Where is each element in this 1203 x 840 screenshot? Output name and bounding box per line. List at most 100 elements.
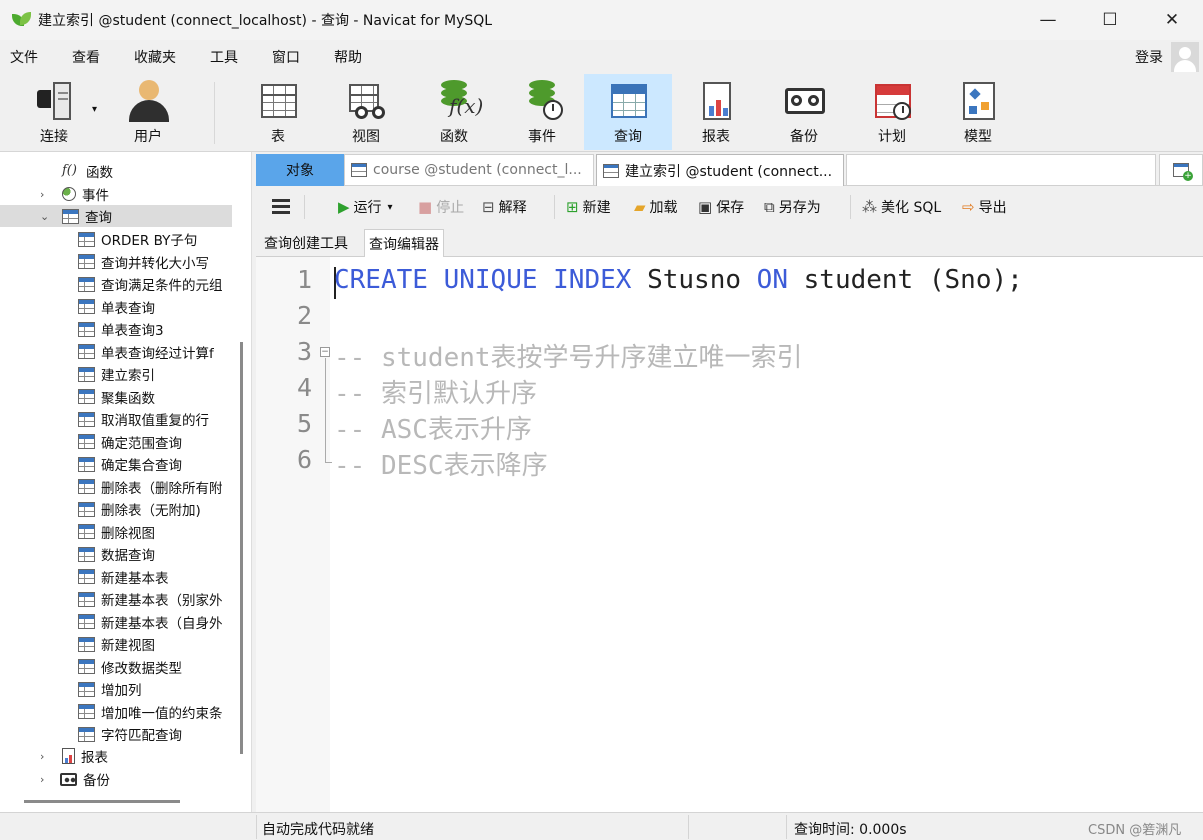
schedule-button[interactable]: 计划 (848, 74, 936, 150)
tree-item-backups[interactable]: › 备份 (0, 768, 232, 790)
login-link[interactable]: 登录 (1135, 47, 1163, 67)
object-tree: f() 函数 › 事件 ⌄ 查询 ORDER BY子句查询并转化大小写 查询满足条… (0, 152, 252, 812)
view-button[interactable]: 视图 (322, 74, 410, 150)
tree-item-query[interactable]: 字符匹配查询 (0, 723, 232, 745)
horizontal-scrollbar[interactable] (24, 800, 180, 803)
sql-keyword: ON (756, 265, 788, 295)
stop-button[interactable]: ■ 停止 (418, 196, 464, 218)
tree-item-query[interactable]: 查询满足条件的元组 (0, 273, 232, 295)
code-comment: -- student表按学号升序建立唯一索引 (334, 343, 803, 373)
tree-item-query[interactable]: 聚集函数 (0, 386, 232, 408)
model-button[interactable]: 模型 (934, 74, 1022, 150)
connect-dropdown-icon[interactable]: ▾ (92, 104, 97, 115)
autocomplete-status: 自动完成代码就绪 (262, 822, 374, 838)
fold-toggle-icon[interactable]: − (320, 347, 330, 357)
new-query-tab-button[interactable]: + (1159, 154, 1203, 186)
event-label: 事件 (528, 129, 556, 145)
tree-item-query[interactable]: 数据查询 (0, 543, 232, 565)
event-button[interactable]: 事件 (498, 74, 586, 150)
avatar-icon[interactable] (1171, 42, 1199, 72)
minimize-button[interactable]: — (1017, 0, 1079, 40)
sql-keyword: CREATE (334, 265, 428, 295)
query-icon (78, 726, 95, 742)
tree-item-query[interactable]: 取消取值重复的行 (0, 408, 232, 430)
tree-item-query[interactable]: 单表查询3 (0, 318, 232, 340)
add-query-icon: + (1173, 163, 1193, 181)
tree-item-query[interactable]: 增加唯一值的约束条 (0, 701, 232, 723)
tree-item-query[interactable]: 单表查询 (0, 296, 232, 318)
export-icon: ⇨ (962, 198, 975, 216)
tree-item-query[interactable]: 确定范围查询 (0, 431, 232, 453)
chevron-right-icon[interactable]: › (40, 188, 44, 201)
save-icon: ▣ (698, 198, 713, 216)
tree-item-query[interactable]: ORDER BY子句 (0, 228, 232, 250)
tab-create-index[interactable]: 建立索引 @student (connect... (596, 154, 844, 186)
backup-button[interactable]: 备份 (760, 74, 848, 150)
chevron-right-icon[interactable]: › (40, 773, 44, 786)
tree-item-query[interactable]: 建立索引 (0, 363, 232, 385)
tab-course-query[interactable]: course @student (connect_l... (344, 154, 594, 186)
tab-query-builder[interactable]: 查询创建工具 (260, 229, 352, 257)
tree-label: 查询并转化大小写 (101, 255, 209, 272)
close-button[interactable]: ✕ (1141, 0, 1203, 40)
function-label: 函数 (440, 129, 468, 145)
tree-label: 新建基本表（别家外 (101, 593, 223, 609)
tree-item-query[interactable]: 新建视图 (0, 633, 232, 655)
chevron-down-icon[interactable]: ⌄ (40, 210, 49, 223)
menu-icon[interactable] (272, 199, 290, 215)
tree-item-query[interactable]: 删除视图 (0, 521, 232, 543)
query-icon (78, 591, 95, 607)
tab-strip-empty (846, 154, 1156, 186)
menu-window[interactable]: 窗口 (262, 47, 310, 67)
run-button[interactable]: ▶ 运行 ▾ (338, 196, 393, 218)
tab-query-editor[interactable]: 查询编辑器 (364, 229, 444, 257)
menu-favorites[interactable]: 收藏夹 (124, 47, 186, 67)
chevron-right-icon[interactable]: › (40, 750, 44, 763)
report-label: 报表 (702, 129, 730, 145)
tree-item-query[interactable]: 新建基本表 (0, 566, 232, 588)
chevron-down-icon[interactable]: ▾ (388, 202, 393, 213)
menu-view[interactable]: 查看 (62, 47, 110, 67)
tree-item-events[interactable]: › 事件 (0, 183, 232, 205)
beautify-sql-button[interactable]: ⁂ 美化 SQL (862, 196, 941, 218)
index-name: Stusno (647, 265, 742, 295)
vertical-scrollbar[interactable] (240, 342, 243, 754)
tab-objects[interactable]: 对象 (256, 154, 344, 186)
tree-item-query[interactable]: 新建基本表（自身外 (0, 611, 232, 633)
explain-button[interactable]: ⊟ 解释 (482, 196, 527, 218)
maximize-button[interactable]: ☐ (1079, 0, 1141, 40)
export-button[interactable]: ⇨ 导出 (962, 196, 1007, 218)
tree-item-query[interactable]: 增加列 (0, 678, 232, 700)
tree-item-queries[interactable]: ⌄ 查询 (0, 205, 232, 227)
tree-item-query[interactable]: 查询并转化大小写 (0, 251, 232, 273)
report-button[interactable]: 报表 (672, 74, 760, 150)
save-as-button[interactable]: ⧉ 另存为 (764, 196, 821, 218)
new-query-button[interactable]: ⊞ 新建 (566, 196, 611, 218)
menu-tools[interactable]: 工具 (200, 47, 248, 67)
play-icon: ▶ (338, 198, 350, 216)
load-button[interactable]: ▰ 加载 (634, 196, 678, 218)
sql-editor[interactable]: 1 2 3 4 5 6 − CREATE UNIQUE INDEX Stusno… (256, 257, 1203, 812)
save-button[interactable]: ▣ 保存 (698, 196, 744, 218)
run-label: 运行 (353, 200, 382, 216)
user-button[interactable]: 用户 (104, 74, 192, 150)
tree-item-query[interactable]: 确定集合查询 (0, 453, 232, 475)
tree-item-query[interactable]: 新建基本表（别家外 (0, 588, 232, 610)
toolbar-divider (554, 195, 555, 219)
query-icon (78, 614, 95, 629)
function-button[interactable]: f(x) 函数 (410, 74, 498, 150)
tree-item-query[interactable]: 删除表（删除所有附 (0, 476, 232, 498)
tree-item-query[interactable]: 修改数据类型 (0, 656, 232, 678)
connect-label: 连接 (40, 129, 68, 145)
query-icon (78, 276, 95, 292)
menu-help[interactable]: 帮助 (324, 47, 372, 67)
connect-button[interactable]: 连接 (10, 74, 98, 150)
tree-item-query[interactable]: 单表查询经过计算f (0, 341, 232, 363)
query-button[interactable]: 查询 (584, 74, 672, 150)
tree-item-reports[interactable]: › 报表 (0, 745, 232, 767)
line-number: 3 (296, 337, 312, 366)
table-button[interactable]: 表 (234, 74, 322, 150)
menu-file[interactable]: 文件 (0, 47, 48, 67)
tree-item-functions[interactable]: f() 函数 (0, 160, 232, 182)
tree-item-query[interactable]: 删除表（无附加) (0, 498, 232, 520)
